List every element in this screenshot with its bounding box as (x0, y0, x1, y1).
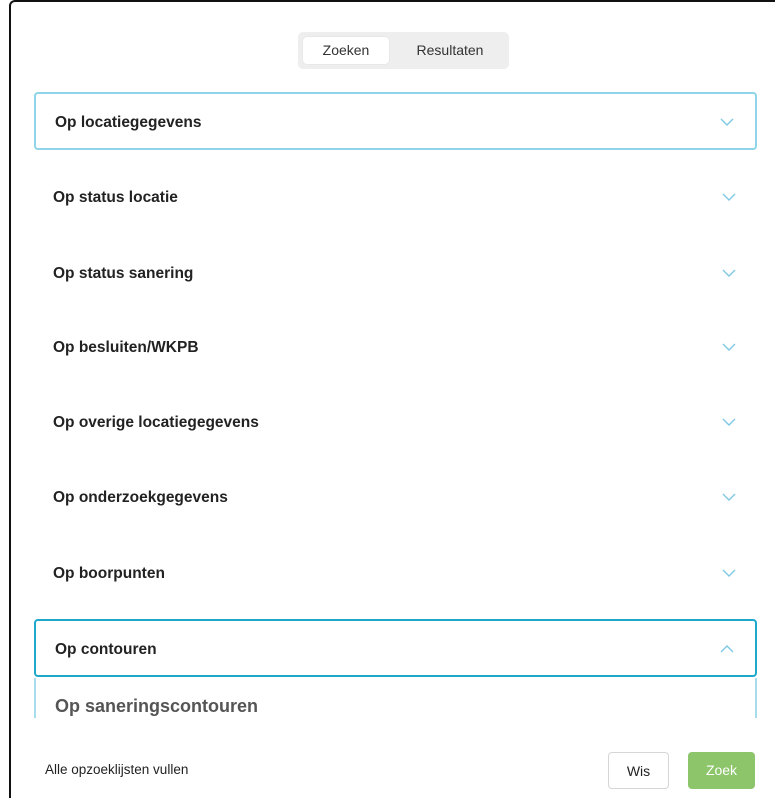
tab-bar: Zoeken Resultaten (298, 32, 509, 69)
chevron-down-icon (722, 343, 736, 351)
section-onderzoekgegevens[interactable]: Op onderzoekgegevens (34, 469, 757, 527)
chevron-down-icon (722, 269, 736, 277)
section-locatiegegevens[interactable]: Op locatiegegevens (34, 92, 757, 150)
section-label: Op status locatie (53, 189, 178, 206)
chevron-down-icon (722, 418, 736, 426)
tab-zoeken[interactable]: Zoeken (303, 37, 389, 64)
chevron-down-icon (722, 569, 736, 577)
section-boorpunten[interactable]: Op boorpunten (34, 545, 757, 603)
section-status-locatie[interactable]: Op status locatie (34, 169, 757, 227)
section-label: Op contouren (55, 641, 157, 658)
section-label: Op locatiegegevens (55, 114, 202, 131)
footer-bar: Alle opzoeklijsten vullen Wis Zoek (11, 720, 775, 798)
chevron-up-icon (720, 645, 734, 653)
tab-resultaten[interactable]: Resultaten (398, 37, 502, 64)
section-label: Op onderzoekgegevens (53, 489, 228, 506)
section-label: Op status sanering (53, 265, 194, 282)
section-overige-locatiegegevens[interactable]: Op overige locatiegegevens (34, 394, 757, 452)
section-besluiten-wkpb[interactable]: Op besluiten/WKPB (34, 319, 757, 377)
section-label: Op besluiten/WKPB (53, 339, 199, 356)
chevron-down-icon (722, 493, 736, 501)
fill-lists-label[interactable]: Alle opzoeklijsten vullen (45, 762, 188, 777)
chevron-down-icon (722, 193, 736, 201)
chevron-down-icon (720, 118, 734, 126)
section-label: Op boorpunten (53, 565, 165, 582)
section-label: Op overige locatiegegevens (53, 414, 259, 431)
clear-button[interactable]: Wis (608, 752, 669, 789)
section-status-sanering[interactable]: Op status sanering (34, 245, 757, 303)
contouren-panel: Op saneringscontouren (34, 678, 757, 718)
search-button[interactable]: Zoek (688, 752, 755, 789)
section-contouren[interactable]: Op contouren (34, 619, 757, 677)
subsection-heading: Op saneringscontouren (55, 696, 259, 716)
